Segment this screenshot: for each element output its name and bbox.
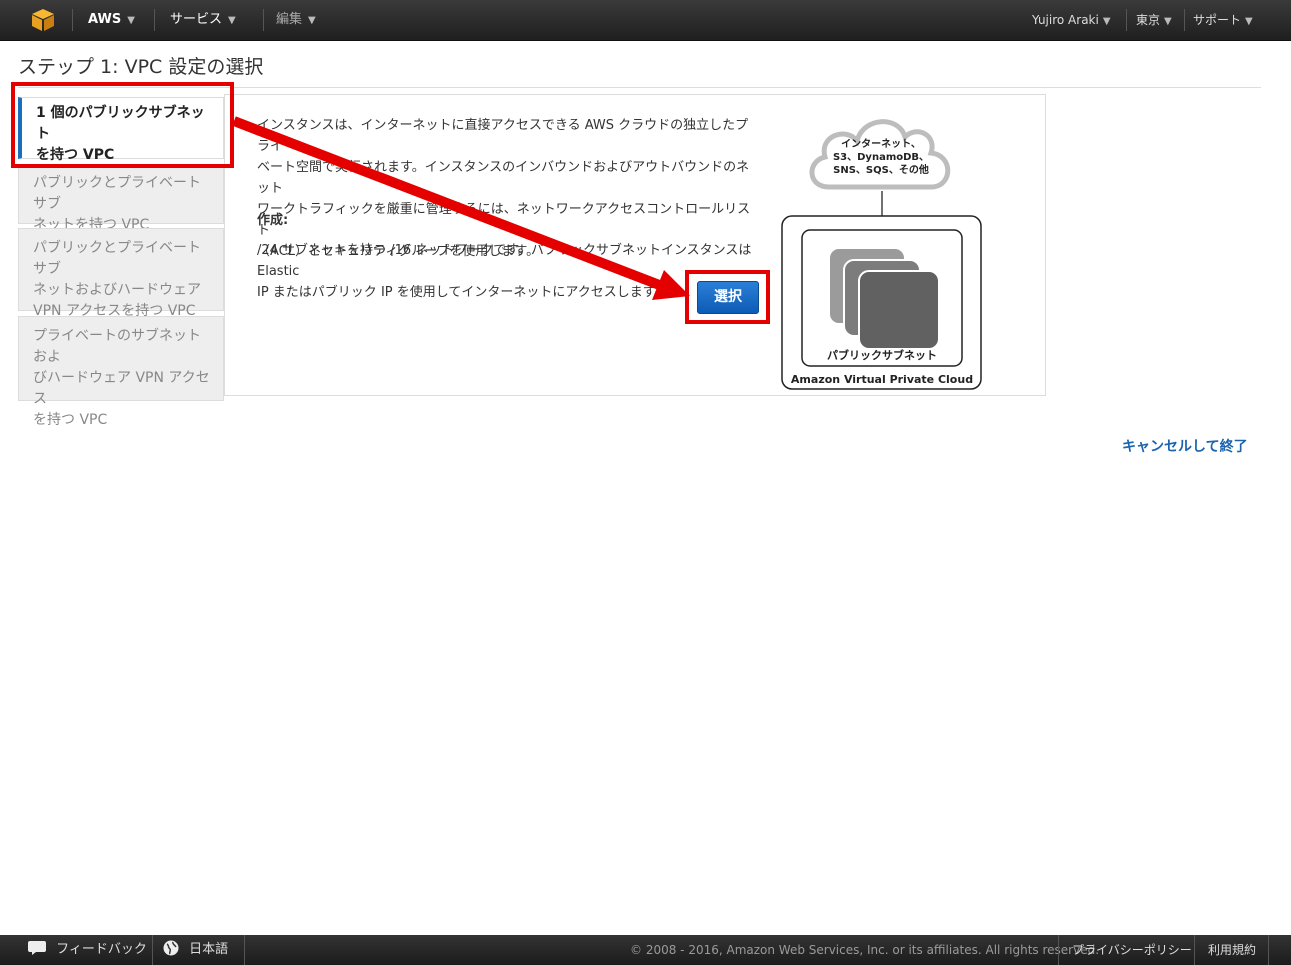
footer-separator	[152, 935, 153, 965]
language-label: 日本語	[189, 942, 229, 957]
privacy-policy-link[interactable]: プライバシーポリシー	[1072, 935, 1192, 965]
footer-separator	[1268, 935, 1269, 965]
footer-bar: フィードバック 日本語 © 2008 - 2016, Amazon Web Se…	[0, 935, 1291, 965]
language-selector[interactable]: 日本語	[163, 935, 228, 965]
footer-separator	[1058, 935, 1059, 965]
globe-icon	[163, 940, 179, 956]
feedback-label: フィードバック	[56, 942, 147, 957]
terms-of-use-link[interactable]: 利用規約	[1208, 935, 1256, 965]
footer-separator	[244, 935, 245, 965]
copyright-text: © 2008 - 2016, Amazon Web Services, Inc.…	[630, 943, 1100, 957]
cancel-and-exit-link[interactable]: キャンセルして終了	[1122, 436, 1248, 456]
speech-bubble-icon	[28, 941, 46, 955]
feedback-button[interactable]: フィードバック	[28, 935, 147, 965]
footer-separator	[1194, 935, 1195, 965]
annotation-arrow-icon	[232, 116, 690, 300]
